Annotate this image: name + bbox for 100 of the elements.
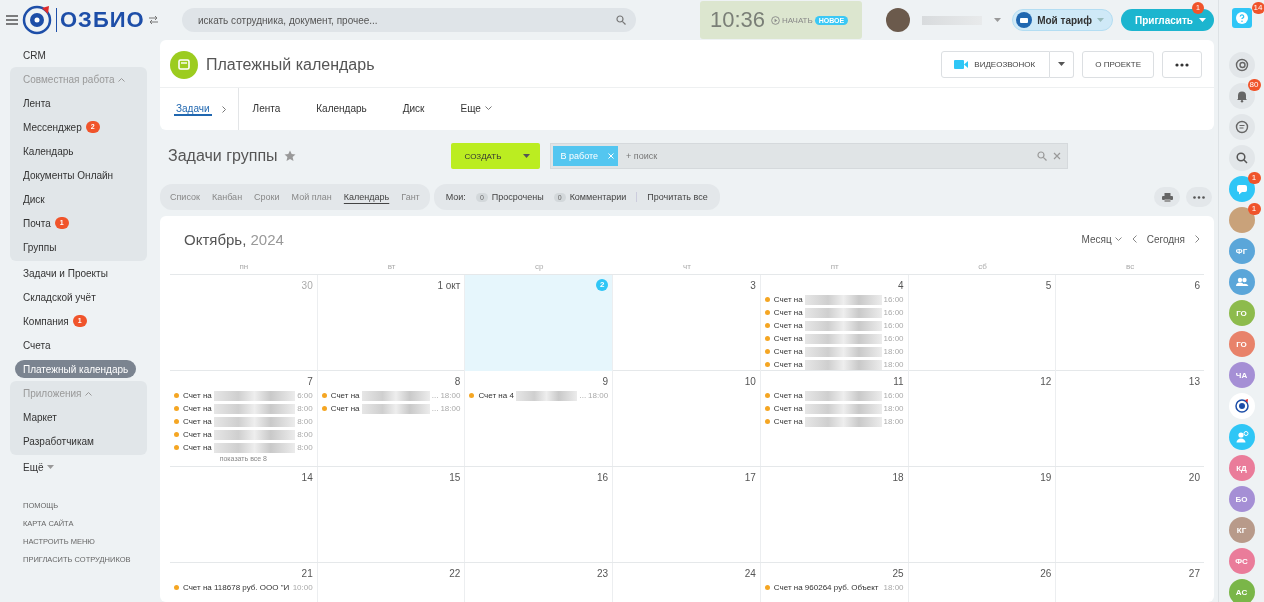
calendar-event[interactable]: Счет на 8:00 [174, 428, 313, 441]
day-cell[interactable]: 12 [908, 371, 1057, 466]
sidebar-item[interactable]: Лента [10, 91, 147, 115]
day-cell[interactable]: 8 Счет на ... 18:00 Счет на ... 18:00 [317, 371, 466, 466]
swap-icon[interactable] [148, 16, 158, 24]
search-button[interactable] [1228, 145, 1255, 171]
day-cell[interactable]: 19 [908, 467, 1057, 562]
calendar-event[interactable]: Счет на 18:00 [764, 345, 904, 358]
tab[interactable]: Еще [458, 88, 494, 130]
calendar-event[interactable]: Счет на 18:00 [764, 415, 904, 428]
calendar-event[interactable]: Счет на 8:00 [174, 415, 313, 428]
calendar-event[interactable]: Счет на 18:00 [764, 402, 904, 415]
view-dropdown[interactable]: Месяц [1081, 233, 1122, 245]
avatar-circle[interactable] [886, 8, 910, 32]
calendar-event[interactable]: Счет на 4 ... 18:00 [469, 389, 609, 402]
sidebar-item[interactable]: Задачи и Проекты [10, 261, 147, 285]
tariff-button[interactable]: Мой тариф [1012, 9, 1113, 31]
menu-icon[interactable] [6, 15, 18, 25]
search-input[interactable]: + поиск [624, 150, 1031, 162]
calendar-event[interactable]: Счет на 16:00 [764, 306, 904, 319]
count-badge: 1 [1247, 203, 1261, 215]
calendar-event[interactable]: Счет на 6:00 [174, 389, 313, 402]
sidebar-item[interactable]: Маркет [10, 405, 147, 429]
calendar-event[interactable]: Счет на 16:00 [764, 332, 904, 345]
help-button[interactable] [1231, 8, 1252, 28]
day-cell[interactable]: 14 [170, 467, 318, 562]
day-cell[interactable]: 21 Счет на 118678 руб. ООО "И 10:00 [170, 563, 318, 602]
day-cell[interactable]: 18 [760, 467, 909, 562]
sidebar-item[interactable]: Складской учёт [10, 285, 147, 309]
calendar-event[interactable]: Счет на 16:00 [764, 319, 904, 332]
calendar-event[interactable]: Счет на 960264 руб. Объект 18:00 [764, 581, 904, 594]
read-all-link[interactable]: Прочитать все [636, 192, 708, 202]
calendar-event[interactable]: Счет на 16:00 [764, 293, 904, 306]
calendar-event[interactable]: Счет на ... 18:00 [321, 402, 461, 415]
more-button[interactable] [1186, 187, 1212, 207]
people-button[interactable] [1228, 269, 1255, 295]
day-number: 25 [892, 567, 904, 581]
day-cell[interactable]: 4 Счет на 16:00 Счет на 16:00 Счет на 16:00 Счет на 16:00 Счет на 18:00 Счет на 18:00 [760, 275, 909, 371]
caret-icon [1058, 62, 1066, 67]
sidebar-item[interactable]: Диск [10, 187, 147, 211]
about-project-button[interactable]: О ПРОЕКТЕ [1082, 51, 1154, 78]
dropdown-button[interactable] [1050, 51, 1075, 78]
day-cell[interactable]: 17 [613, 467, 761, 562]
day-cell[interactable]: 10 [613, 371, 761, 466]
calendar-event[interactable]: Счет на 18:00 [764, 358, 904, 371]
search-field[interactable]: искать сотрудника, документ, прочее... [182, 8, 636, 32]
sidebar-item[interactable]: CRM [10, 43, 147, 67]
chat-button[interactable] [1228, 114, 1255, 140]
chat-icon [1234, 120, 1249, 134]
day-cell[interactable]: 16 [465, 467, 614, 562]
day-cell[interactable]: 9 Счет на 4 ... 18:00 [465, 371, 614, 466]
sidebar-item[interactable]: Группы [10, 235, 147, 259]
day-cell[interactable]: 26 [908, 563, 1057, 602]
event-time: 6:00 [297, 391, 313, 400]
tab[interactable]: Лента [250, 88, 283, 130]
day-cell[interactable]: 23 [465, 563, 614, 602]
print-button[interactable] [1154, 187, 1180, 207]
weekday-label: ср [534, 262, 545, 273]
star-icon[interactable] [283, 150, 296, 162]
user-button[interactable] [1228, 424, 1255, 450]
tab[interactable]: Задачи [174, 102, 212, 116]
day-cell[interactable]: 13 [1056, 371, 1204, 466]
sidebar-item[interactable]: Счета [10, 333, 147, 357]
day-cell[interactable]: 24 [613, 563, 761, 602]
day-cell[interactable]: 27 [1056, 563, 1204, 602]
sidebar-item[interactable]: Календарь [10, 139, 147, 163]
day-cell[interactable]: 25 Счет на 960264 руб. Объект 18:00 [760, 563, 909, 602]
calendar-event[interactable]: Счет на 16:00 [764, 389, 904, 402]
more-menu-item[interactable]: Ещё [10, 455, 147, 479]
more-button[interactable] [1162, 51, 1202, 78]
avatar-circle[interactable] [1228, 207, 1255, 233]
chat-bubble-button[interactable] [1228, 176, 1255, 202]
close-icon[interactable] [1052, 152, 1061, 160]
calendar-event[interactable]: Счет на 118678 руб. ООО "И 10:00 [174, 581, 313, 594]
day-cell[interactable]: 3 [613, 275, 761, 371]
day-cell[interactable]: 15 [317, 467, 466, 562]
view-tab[interactable]: Календарь [337, 190, 396, 204]
day-cell[interactable]: 22 [317, 563, 466, 602]
search-input[interactable]: искать сотрудника, документ, прочее... [196, 13, 576, 27]
day-cell[interactable]: 11 Счет на 16:00 Счет на 18:00 Счет на 18:00 [760, 371, 909, 466]
sidebar-item[interactable]: Платежный календарь [15, 360, 137, 378]
calendar-event[interactable]: Счет на ... 18:00 [321, 389, 461, 402]
create-button[interactable]: СОЗДАТЬ [450, 143, 540, 169]
tab[interactable]: Диск [400, 88, 427, 130]
printer-icon [1161, 192, 1173, 202]
day-cell[interactable]: 6 [1056, 275, 1204, 371]
chevron-left-icon[interactable] [1131, 235, 1137, 243]
day-cell[interactable]: 20 [1056, 467, 1204, 562]
video-call-button[interactable]: ВИДЕОЗВОНОК [941, 51, 1051, 78]
calendar-event[interactable]: Счет на 8:00 [174, 402, 313, 415]
sidebar-item[interactable]: Документы Онлайн [10, 163, 147, 187]
tab[interactable]: Календарь [314, 88, 369, 130]
today-button[interactable]: Сегодня [1146, 233, 1185, 245]
sidebar-item[interactable]: Разработчикам [10, 429, 147, 453]
day-number: 27 [1188, 567, 1200, 581]
group-avatar-icon [170, 50, 198, 79]
day-cell[interactable]: 5 [908, 275, 1057, 371]
chevron-right-icon[interactable] [1195, 235, 1200, 243]
calendar-event[interactable]: Счет на 8:00 [174, 441, 313, 454]
camera-icon [954, 60, 969, 69]
